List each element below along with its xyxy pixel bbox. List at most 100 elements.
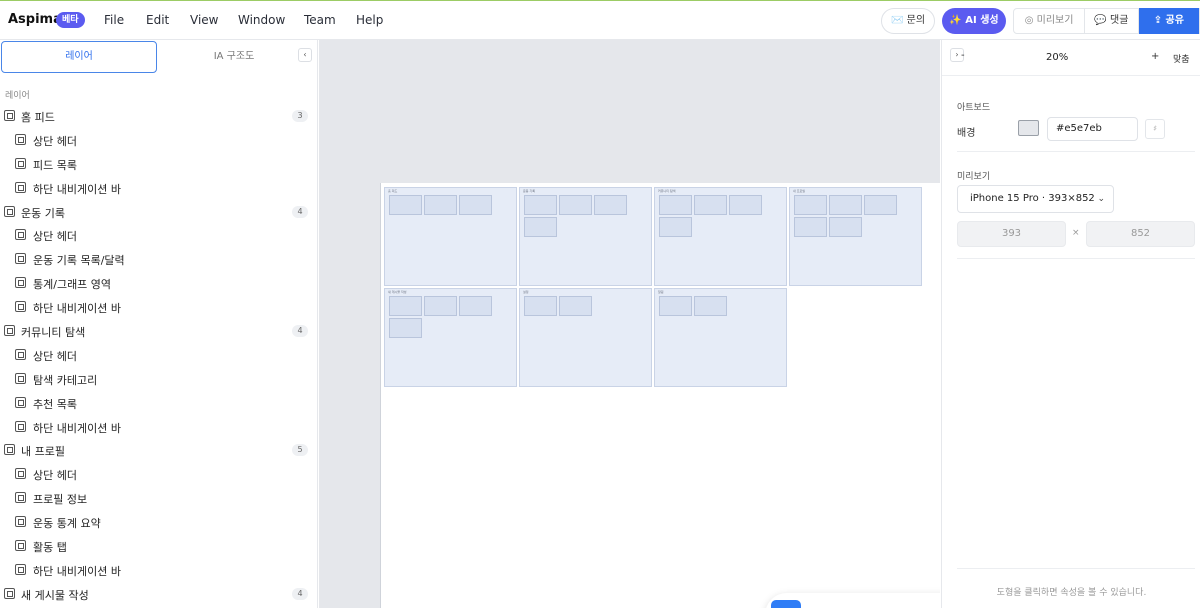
design-canvas[interactable]: 홈 피드 운동 기록 커뮤니티 탐색 내 프로필새 게시물 작성 설정 알림 T	[319, 40, 940, 608]
screen-frame[interactable]: 커뮤니티 탐색	[654, 187, 787, 286]
layer-group-item[interactable]: 홈 피드 3	[0, 104, 317, 128]
menu-edit[interactable]: Edit	[146, 13, 169, 27]
frame-element-block[interactable]	[694, 195, 727, 215]
select-tool[interactable]	[771, 600, 801, 608]
frame-element-block[interactable]	[459, 296, 492, 316]
frame-element-block[interactable]	[594, 195, 627, 215]
layer-item[interactable]: 프로필 정보	[0, 486, 317, 510]
frame-element-block[interactable]	[389, 296, 422, 316]
screen-frame[interactable]: 설정	[519, 288, 652, 387]
panel-tabs: 레이어 IA 구조도 ‹	[0, 40, 317, 74]
ai-generate-button[interactable]: ✨ AI 생성	[942, 8, 1006, 34]
layer-item[interactable]: 상단 헤더	[0, 223, 317, 247]
layer-item[interactable]: 탐색 카테고리	[0, 367, 317, 391]
height-field[interactable]: 852	[1086, 221, 1195, 247]
zoom-in-button[interactable]: +	[1151, 51, 1159, 62]
frame-element-block[interactable]	[424, 296, 457, 316]
layer-item[interactable]: 통계/그래프 영역	[0, 271, 317, 295]
layer-item[interactable]: 하단 내비게이션 바	[0, 176, 317, 200]
frame-element-block[interactable]	[524, 195, 557, 215]
layer-group-item[interactable]: 운동 기록 4	[0, 200, 317, 224]
frame-element-block[interactable]	[459, 195, 492, 215]
collapse-left-panel-button[interactable]: ‹	[298, 48, 312, 62]
frame-element-block[interactable]	[659, 296, 692, 316]
layer-group-item[interactable]: 커뮤니티 탐색 4	[0, 319, 317, 343]
app-logo[interactable]: Aspima	[8, 12, 62, 27]
top-bar: Aspima 베타 File Edit View Window Team Hel…	[0, 0, 1200, 40]
frame-element-block[interactable]	[559, 195, 592, 215]
background-hex-input[interactable]: #e5e7eb	[1047, 117, 1138, 141]
frame-element-block[interactable]	[729, 195, 762, 215]
zoom-bar: › - 20% + 맞춤	[942, 40, 1200, 76]
frame-element-block[interactable]	[424, 195, 457, 215]
layer-item[interactable]: 활동 탭	[0, 534, 317, 558]
component-icon	[15, 540, 26, 552]
screen-frame[interactable]: 홈 피드	[384, 187, 517, 286]
frame-element-block[interactable]	[659, 217, 692, 237]
frame-element-block[interactable]	[794, 217, 827, 237]
chevron-down-icon: ⌄	[1097, 194, 1105, 204]
preview-button[interactable]: ◎ 미리보기	[1014, 9, 1086, 33]
menu-window[interactable]: Window	[238, 13, 285, 27]
device-select[interactable]: iPhone 15 Pro · 393×852 ⌄	[957, 185, 1114, 213]
layer-item[interactable]: 추천 목록	[0, 391, 317, 415]
frame-label: 새 게시물 작성	[388, 290, 407, 294]
component-icon	[15, 563, 26, 575]
layer-item[interactable]: 운동 통계 요약	[0, 510, 317, 534]
layer-item[interactable]: 하단 내비게이션 바	[0, 558, 317, 582]
frame-tool[interactable]	[801, 600, 831, 608]
artboard[interactable]: 홈 피드 운동 기록 커뮤니티 탐색 내 프로필새 게시물 작성 설정 알림	[380, 183, 940, 608]
zoom-fit-button[interactable]: 맞춤	[1173, 52, 1190, 65]
component-icon	[15, 420, 26, 432]
polygon-tool[interactable]	[927, 600, 940, 608]
layer-item[interactable]: 상단 헤더	[0, 128, 317, 152]
background-label: 배경	[957, 128, 976, 139]
layer-item[interactable]: 하단 내비게이션 바	[0, 415, 317, 439]
background-color-swatch[interactable]	[1018, 120, 1039, 136]
frame-element-block[interactable]	[524, 217, 557, 237]
layer-item[interactable]: 상단 헤더	[0, 343, 317, 367]
frame-element-block[interactable]	[794, 195, 827, 215]
frame-element-block[interactable]	[524, 296, 557, 316]
layer-item[interactable]: 하단 내비게이션 바	[0, 295, 317, 319]
ellipse-tool[interactable]	[896, 600, 926, 608]
frame-element-block[interactable]	[389, 318, 422, 338]
frame-element-block[interactable]	[694, 296, 727, 316]
zoom-out-button[interactable]: -	[961, 50, 965, 61]
component-tool[interactable]	[833, 600, 863, 608]
component-icon	[15, 181, 26, 193]
screen-frame[interactable]: 알림	[654, 288, 787, 387]
layer-item-label: 상단 헤더	[33, 230, 77, 244]
frame-element-block[interactable]	[829, 217, 862, 237]
tab-layers[interactable]: 레이어	[1, 41, 157, 73]
width-field[interactable]: 393	[957, 221, 1066, 247]
inquiry-button[interactable]: ✉️ 문의	[881, 8, 935, 34]
menu-view[interactable]: View	[190, 13, 218, 27]
bottom-toolbar: T	[765, 593, 940, 608]
screen-frame[interactable]: 운동 기록	[519, 187, 652, 286]
comment-button[interactable]: 💬 댓글	[1085, 9, 1139, 33]
screen-frame[interactable]: 새 게시물 작성	[384, 288, 517, 387]
screen-frame[interactable]: 내 프로필	[789, 187, 922, 286]
frame-element-block[interactable]	[659, 195, 692, 215]
component-icon	[15, 348, 26, 360]
tab-ia-structure[interactable]: IA 구조도	[160, 41, 308, 73]
frame-element-block[interactable]	[864, 195, 897, 215]
layer-group-item[interactable]: 내 프로필 5	[0, 438, 317, 462]
menu-team[interactable]: Team	[304, 13, 336, 27]
layer-item-label: 탐색 카테고리	[33, 373, 98, 387]
layer-item[interactable]: 운동 기록 목록/달력	[0, 247, 317, 271]
layer-item[interactable]: 상단 헤더	[0, 462, 317, 486]
divider	[957, 568, 1195, 569]
menu-file[interactable]: File	[104, 13, 124, 27]
frame-element-block[interactable]	[389, 195, 422, 215]
frame-element-block[interactable]	[559, 296, 592, 316]
layer-item[interactable]: 피드 목록	[0, 152, 317, 176]
left-panel: 레이어 IA 구조도 ‹ 레이어 홈 피드 3 상단 헤더 피드 목록 하단 내비게이션…	[0, 40, 318, 608]
layer-group-item[interactable]: 새 게시물 작성 4	[0, 582, 317, 606]
menu-help[interactable]: Help	[356, 13, 383, 27]
rectangle-tool[interactable]	[865, 600, 895, 608]
hash-icon[interactable]: ♯	[1145, 119, 1165, 139]
share-button[interactable]: ⇪ 공유	[1138, 8, 1199, 34]
frame-element-block[interactable]	[829, 195, 862, 215]
